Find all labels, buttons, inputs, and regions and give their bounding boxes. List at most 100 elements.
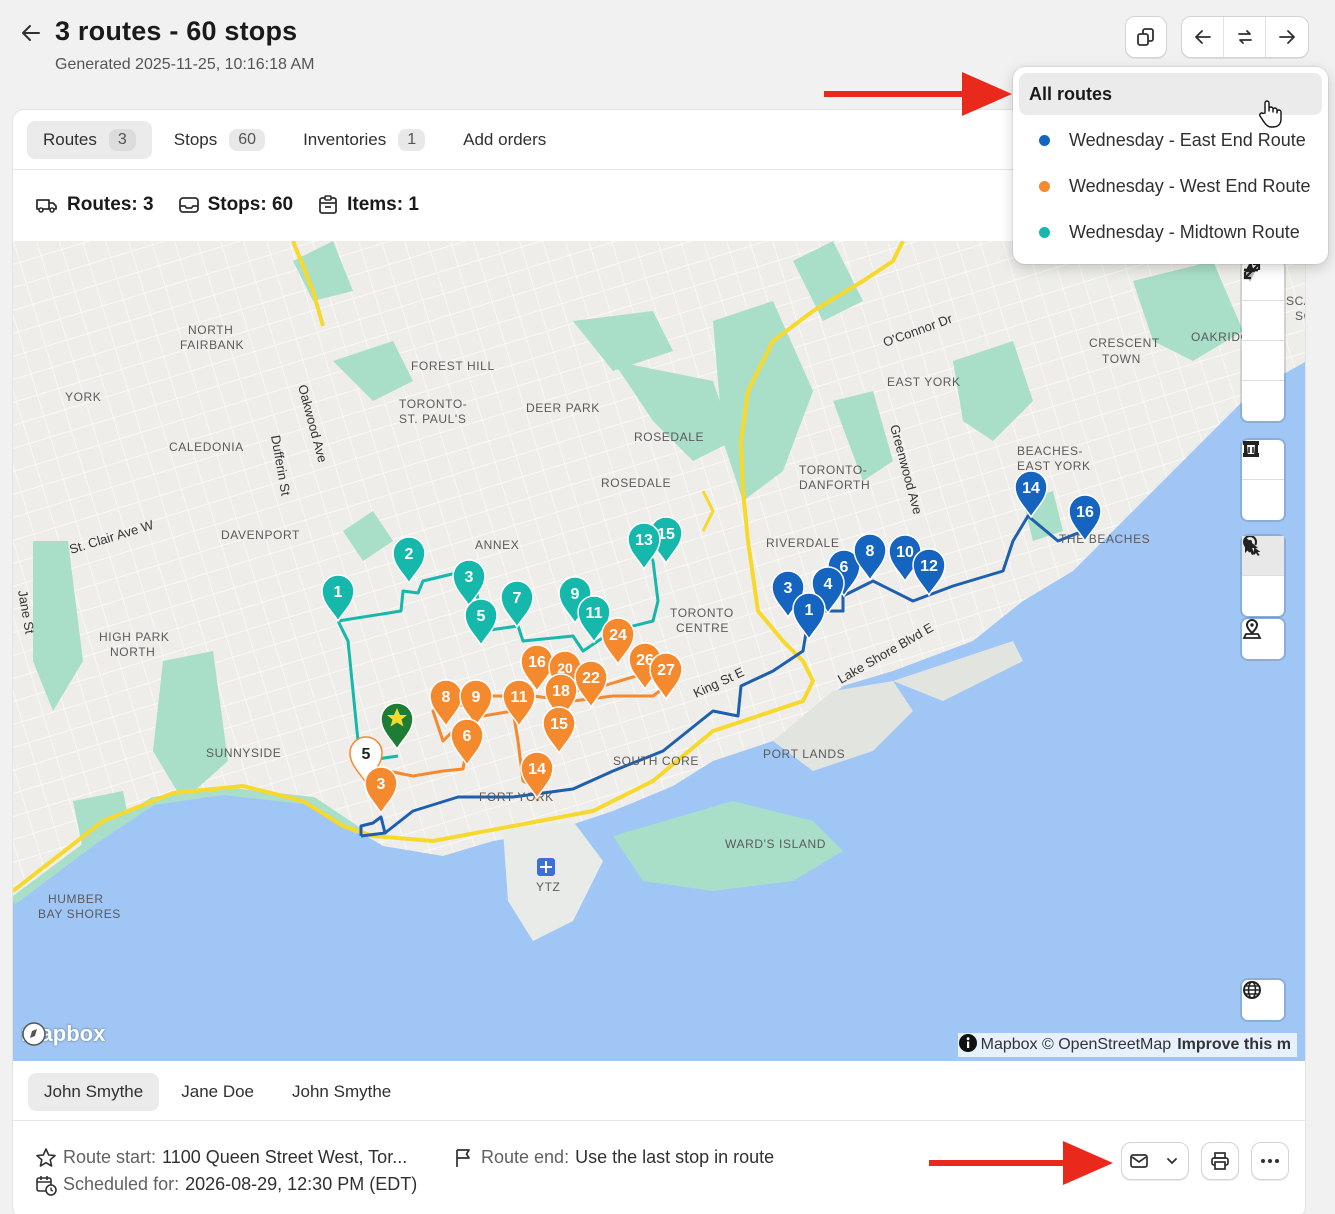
send-route-button[interactable] [1122,1143,1155,1179]
summary-routes: Routes: 3 [35,194,154,216]
back-button[interactable] [18,20,44,46]
route-end-label: Route end: [481,1147,570,1167]
map-label: BEACHES- [1017,444,1083,458]
pin-label: 14 [528,761,546,778]
location-controls [1242,619,1284,659]
route-actions [1121,1142,1289,1180]
map-label: SOUTH CORE [613,754,699,768]
annotation-arrow-bottom [929,1141,1113,1185]
west-end-route-option[interactable]: Wednesday - West End Route [1019,163,1322,209]
pin-label: 3 [784,580,793,597]
arrow-left-icon [1194,30,1211,44]
route-start-label: Route start: [63,1147,157,1167]
printer-icon [1211,1152,1229,1170]
draw-controls [1242,440,1284,520]
more-actions-button[interactable] [1251,1142,1289,1180]
map-label: SCA [1286,294,1306,308]
attribution-text[interactable]: © Mapbox © OpenStreetMap [964,1036,1171,1054]
map-label: NORTH [188,323,233,337]
top-actions [1125,16,1309,58]
route-start-row: Route start: 1100 Queen Street West, Tor… [35,1144,417,1171]
pin-label: 5 [362,746,371,763]
pin-label: 16 [528,654,546,671]
summary-stops: Stops: 60 [178,194,294,216]
tab-label: Inventories [303,130,387,149]
scheduled-value: 2026-08-29, 12:30 PM (EDT) [185,1174,418,1194]
mail-icon [1129,1154,1148,1168]
info-icon[interactable] [958,1033,978,1053]
print-button[interactable] [1201,1142,1239,1180]
pin-label: 8 [866,543,875,560]
pin-label: 9 [472,689,481,706]
compass-button[interactable] [1242,262,1284,381]
pin-label: 15 [550,716,568,733]
next-route-button[interactable] [1266,17,1308,57]
trash-icon [1244,441,1258,457]
fullscreen-button[interactable] [1242,262,1284,421]
previous-route-button[interactable] [1182,17,1224,57]
map-label: FORT YORK [479,790,554,804]
map-label: ANNEX [475,538,519,552]
pin-label: 5 [477,608,486,625]
locate-button[interactable] [1242,619,1284,659]
pin-label: 18 [552,683,570,700]
more-horizontal-icon [1261,1159,1279,1163]
pin-label: 9 [571,586,580,603]
divider [13,1120,1305,1121]
pin-label: 12 [920,558,938,575]
option-label: All routes [1029,83,1113,104]
pin-label: 22 [582,670,600,687]
map-label: TOWN [1102,352,1141,366]
route-end-value: Use the last stop in route [575,1147,775,1167]
tab-stops[interactable]: Stops 60 [158,121,281,159]
route-start-value: 1100 Queen Street West, Tor... [162,1147,408,1167]
pin-label: 13 [635,532,653,549]
tab-add-orders[interactable]: Add orders [447,121,562,159]
map-label: THE BEACHES [1059,532,1150,546]
tab-routes[interactable]: Routes 3 [27,121,152,159]
tab-count: 60 [229,129,266,151]
annotation-arrow-top [824,72,1012,116]
summary-items-text: Items: 1 [347,194,419,215]
location-pin-icon [1242,619,1262,639]
switch-route-button[interactable] [1224,17,1266,57]
tab-label: Add orders [463,130,547,149]
tab-label: Stops [173,130,218,149]
duplicate-icon [1137,28,1154,46]
route-map[interactable]: NORTH FAIRBANK YORK CALEDONIA FOREST HIL… [13,241,1306,1061]
pin-label: 14 [1022,480,1040,497]
send-options-button[interactable] [1155,1143,1188,1179]
pin-label: 8 [442,689,451,706]
mapbox-logo[interactable]: mapbox [21,1021,105,1047]
map-label: FAIRBANK [180,338,244,352]
pin-label: 10 [896,544,914,561]
midtown-route-option[interactable]: Wednesday - Midtown Route [1019,209,1322,255]
map-label: SC [1295,309,1306,323]
driver-tab[interactable]: Jane Doe [165,1073,270,1111]
improve-map-link[interactable]: Improve this m [1177,1036,1291,1054]
globe-view-button[interactable] [1242,980,1284,1020]
driver-tabs: John Smythe Jane Doe John Smythe [28,1073,407,1111]
lasso-select-button[interactable] [1242,536,1284,616]
pin-label: 27 [657,662,675,679]
pin-label: 1 [334,584,343,601]
option-label: Wednesday - Midtown Route [1069,221,1300,242]
route-end-row: Route end: Use the last stop in route [453,1144,774,1171]
summary-routes-text: Routes: 3 [67,194,154,215]
duplicate-button[interactable] [1125,16,1167,58]
scheduled-label: Scheduled for: [63,1174,180,1194]
delete-shape-button[interactable] [1242,441,1284,520]
pin-label: 24 [609,627,627,644]
zoom-out-button[interactable] [1242,268,1284,341]
map-label: HUMBER [48,892,104,906]
star-icon [36,1147,56,1167]
driver-tab[interactable]: John Smythe [28,1073,160,1111]
summary-stops-text: Stops: 60 [207,194,294,215]
calendar-clock-icon [36,1175,57,1196]
inbox-icon [178,197,199,213]
driver-tab[interactable]: John Smythe [276,1073,407,1111]
tab-inventories[interactable]: Inventories 1 [287,121,441,159]
option-label: Wednesday - East End Route [1069,129,1306,150]
pin-label: 7 [513,590,522,607]
pin-label: 4 [824,576,833,593]
